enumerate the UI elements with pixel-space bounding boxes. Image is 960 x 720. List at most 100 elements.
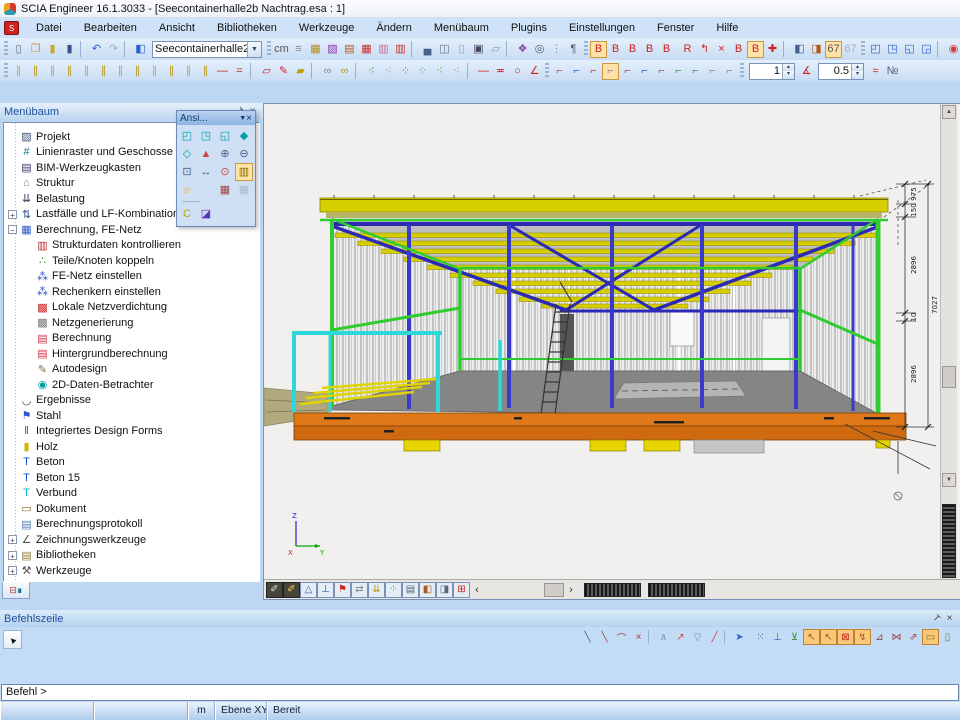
multicopy-member-icon[interactable]: ∥: [197, 63, 214, 80]
snap-edge-icon[interactable]: ⌐: [721, 63, 738, 80]
numbering-icon[interactable]: №: [884, 63, 901, 80]
member-data-icon[interactable]: ▥: [375, 41, 392, 58]
capture-image-icon[interactable]: ▦: [216, 181, 234, 199]
cmd-vector-icon[interactable]: ↗: [672, 629, 689, 645]
select-polyline-icon[interactable]: R: [679, 41, 696, 58]
tree-item-zeichnungswerkzeuge[interactable]: + ∠ Zeichnungswerkzeuge: [8, 532, 259, 548]
show-model-data-icon[interactable]: ▤: [402, 582, 419, 598]
tree-item-beton[interactable]: T Beton: [8, 455, 259, 471]
select-by-property-icon[interactable]: B: [641, 41, 658, 58]
show-supports-icon[interactable]: ⊥: [317, 582, 334, 598]
fast-draw-icon[interactable]: ◧: [419, 582, 436, 598]
menu-fenster[interactable]: Fenster: [646, 20, 705, 36]
snap-perpendicular-toggle-icon[interactable]: ↯: [854, 629, 871, 645]
generate-nodes-icon[interactable]: ⁖: [431, 63, 448, 80]
crosshair-icon[interactable]: ✚: [764, 41, 781, 58]
tree-expander[interactable]: +: [8, 566, 17, 575]
zoom-all-icon[interactable]: ↔: [197, 163, 215, 181]
select-numbered-icon[interactable]: B: [747, 41, 764, 58]
array-member-icon[interactable]: ∥: [78, 63, 95, 80]
member-check-icon[interactable]: ▥: [392, 41, 409, 58]
tree-item-fe-netz-einstellen[interactable]: ⁂ FE-Netz einstellen: [8, 269, 259, 285]
free-nodes-icon[interactable]: ⁖: [448, 63, 465, 80]
wall-corner-2-icon[interactable]: ◳: [884, 41, 901, 58]
save-as-icon[interactable]: ▮: [61, 41, 78, 58]
coordinates-icon[interactable]: C: [178, 205, 196, 223]
close-icon[interactable]: ×: [246, 113, 252, 124]
view-camera-icon[interactable]: ▲: [197, 145, 215, 163]
cmd-segment-icon[interactable]: ╱: [706, 629, 723, 645]
grid-step-spinner[interactable]: 1 ▴▾: [749, 63, 795, 80]
document-icon[interactable]: ▯: [453, 41, 470, 58]
tree-item-berechnungsprotokoll[interactable]: ▤ Berechnungsprotokoll: [8, 517, 259, 533]
tree-item-ergebnisse[interactable]: ◡ Ergebnisse: [8, 393, 259, 409]
node-edit-icon[interactable]: ✎: [275, 63, 292, 80]
section-view-icon[interactable]: ◨: [436, 582, 453, 598]
toolbar-handle[interactable]: [584, 41, 588, 57]
snap-intersection-icon[interactable]: ⌐: [568, 63, 585, 80]
project-dropdown[interactable]: Seecontainerhalle2b ▼: [152, 41, 262, 58]
snap-intersection-toggle-icon[interactable]: ⊠: [837, 629, 854, 645]
view-manager-icon[interactable]: ◪: [197, 205, 215, 223]
toolbar-handle[interactable]: [267, 41, 271, 57]
activity-off-icon[interactable]: 67: [842, 41, 859, 58]
toolbar-handle[interactable]: [740, 63, 744, 79]
scroll-left-icon[interactable]: ‹: [471, 582, 483, 598]
snap-endpoint-icon[interactable]: ⌐: [551, 63, 568, 80]
rotate-member-icon[interactable]: ∥: [61, 63, 78, 80]
view-toolbar-header[interactable]: Ansi... ▼ ×: [177, 111, 255, 125]
print-preview-icon[interactable]: ◫: [436, 41, 453, 58]
scroll-up-icon[interactable]: ▲: [942, 105, 956, 119]
view-axonometric-icon[interactable]: ◆: [235, 127, 253, 145]
toolbar-handle[interactable]: [4, 41, 8, 57]
clip-box-icon[interactable]: ▥: [235, 163, 253, 181]
vertical-scrollbar[interactable]: ▲ ▼: [940, 104, 957, 579]
pin-icon[interactable]: T: [930, 613, 943, 624]
h-scroll-stripe-1[interactable]: [584, 583, 641, 597]
tree-item-teile-knoten-koppeln[interactable]: ∴ Teile/Knoten koppeln: [8, 253, 259, 269]
menu-ansicht[interactable]: Ansicht: [148, 20, 206, 36]
tree-item-verbund[interactable]: T Verbund: [8, 486, 259, 502]
tree-expander[interactable]: +: [8, 535, 17, 544]
tree-item-netzgenerierung[interactable]: ▩ Netzgenerierung: [8, 315, 259, 331]
cmd-delete-icon[interactable]: ×: [630, 629, 647, 645]
snap-endpoint-toggle-icon[interactable]: ↖: [803, 629, 820, 645]
zoom-document-icon[interactable]: ◎: [531, 41, 548, 58]
break-member-icon[interactable]: ∥: [146, 63, 163, 80]
join-member-icon[interactable]: ∥: [163, 63, 180, 80]
show-load-labels-icon[interactable]: ⁘: [385, 582, 402, 598]
menu-werkzeuge[interactable]: Werkzeuge: [288, 20, 365, 36]
show-nodes-icon[interactable]: △: [300, 582, 317, 598]
notes-icon[interactable]: ▱: [487, 41, 504, 58]
snap-parallel-toggle-icon[interactable]: ⇗: [905, 629, 922, 645]
polygon-edit-icon[interactable]: ▱: [258, 63, 275, 80]
trim-member-icon[interactable]: ∥: [112, 63, 129, 80]
eye-nodes-icon[interactable]: ∞: [336, 63, 353, 80]
view-front-icon[interactable]: ◳: [197, 127, 215, 145]
h-scrollbar-thumb[interactable]: [544, 583, 564, 597]
mesh-icon[interactable]: ▦: [358, 41, 375, 58]
align-member-icon[interactable]: ∥: [180, 63, 197, 80]
dimension-line-icon[interactable]: =: [231, 63, 248, 80]
tree-item-rechenkern-einstellen[interactable]: ⁂ Rechenkern einstellen: [8, 284, 259, 300]
copy-member-icon[interactable]: ∥: [10, 63, 27, 80]
calculator-icon[interactable]: ▦: [307, 41, 324, 58]
toolbar-handle[interactable]: [861, 41, 865, 57]
cmd-line-icon[interactable]: ╲: [579, 629, 596, 645]
view-perspective-icon[interactable]: ◇: [178, 145, 196, 163]
show-names-icon[interactable]: ⇄: [351, 582, 368, 598]
database-icon[interactable]: ▤: [341, 41, 358, 58]
show-labels-icon[interactable]: ⚑: [334, 582, 351, 598]
stamp-icon[interactable]: ❖: [514, 41, 531, 58]
zoom-window-icon[interactable]: ⊡: [178, 163, 196, 181]
tree-item-dokument[interactable]: ▭ Dokument: [8, 501, 259, 517]
status-plane[interactable]: Ebene XY: [215, 702, 267, 720]
polyline-icon[interactable]: ≖: [492, 63, 509, 80]
tree-item-hintergrundberechnung[interactable]: ▤ Hintergrundberechnung: [8, 346, 259, 362]
zoom-in-icon[interactable]: ⊕: [216, 145, 234, 163]
tree-item-lokale-netzverdichtung[interactable]: ▩ Lokale Netzverdichtung: [8, 300, 259, 316]
check-nodes-icon[interactable]: ⁘: [397, 63, 414, 80]
tree-item-strukturdaten-kontrollieren[interactable]: ▥ Strukturdaten kontrollieren: [8, 238, 259, 254]
disconnect-nodes-icon[interactable]: ⁖: [380, 63, 397, 80]
toolbar-menu-icon[interactable]: ▼: [239, 115, 246, 122]
